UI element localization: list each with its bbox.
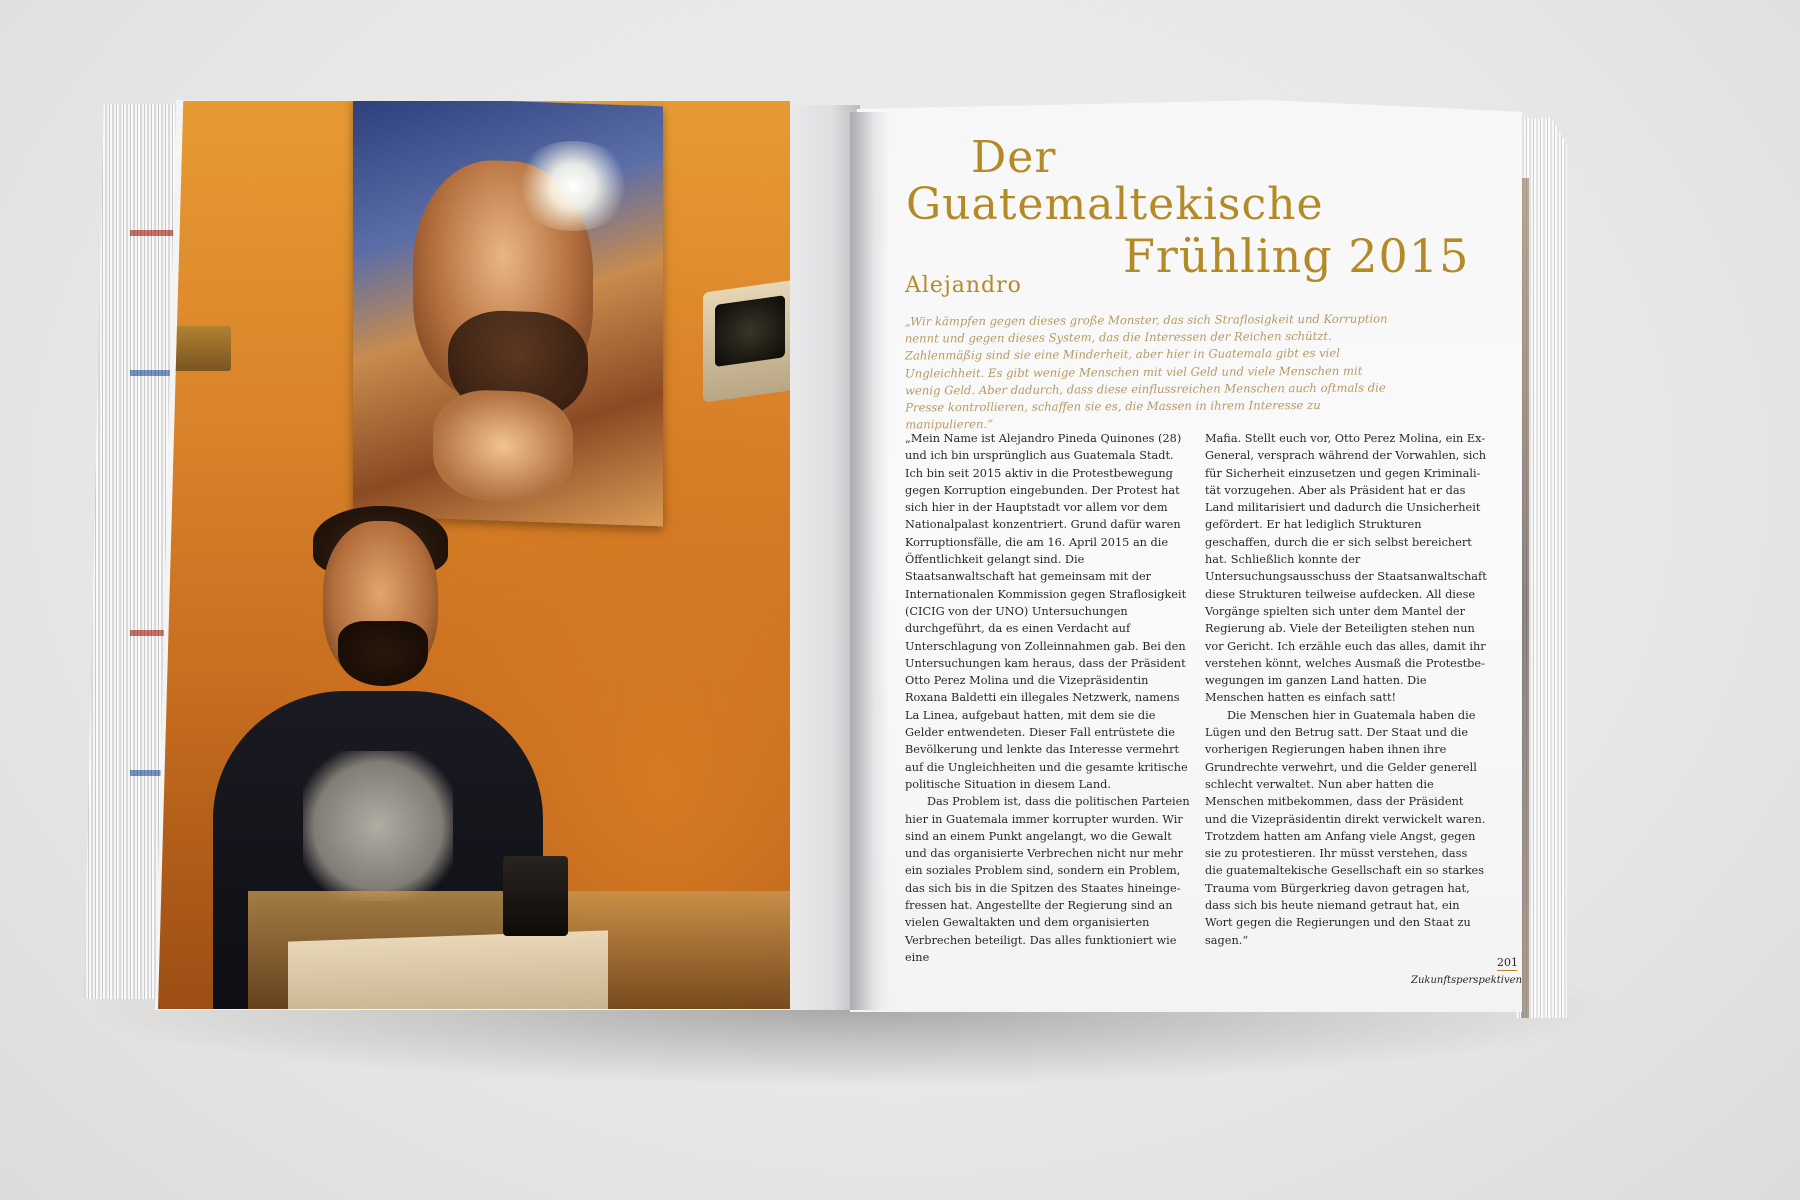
paragraph: „Mein Name ist Alejandro Pineda Quinones…: [905, 432, 1188, 791]
paragraph: Die Menschen hier in Guatemala haben die…: [1205, 708, 1486, 947]
author-name: Alejandro: [905, 273, 1022, 298]
section-name: Zukunftsperspektiven: [1411, 975, 1523, 986]
title-line-1: Der: [971, 132, 1057, 183]
title-line-2: Guatemaltekische: [906, 179, 1324, 230]
article-content: Der Guatemaltekische Frühling 2015 Aleja…: [0, 0, 1800, 1200]
text-column-2: Mafia. Stellt euch vor, Otto Perez Molin…: [1205, 430, 1488, 949]
title-line-3: Frühling 2015: [1123, 229, 1470, 283]
page-number: 201: [1497, 956, 1518, 969]
intro-quote: „Wir kämpfen gegen dieses große Monster,…: [904, 311, 1388, 432]
folio-rule: [1497, 970, 1517, 971]
paragraph: Das Problem ist, dass die politischen Pa…: [905, 795, 1190, 964]
text-column-1: „Mein Name ist Alejandro Pineda Quinones…: [905, 430, 1193, 966]
paragraph: Mafia. Stellt euch vor, Otto Perez Molin…: [1205, 432, 1487, 705]
